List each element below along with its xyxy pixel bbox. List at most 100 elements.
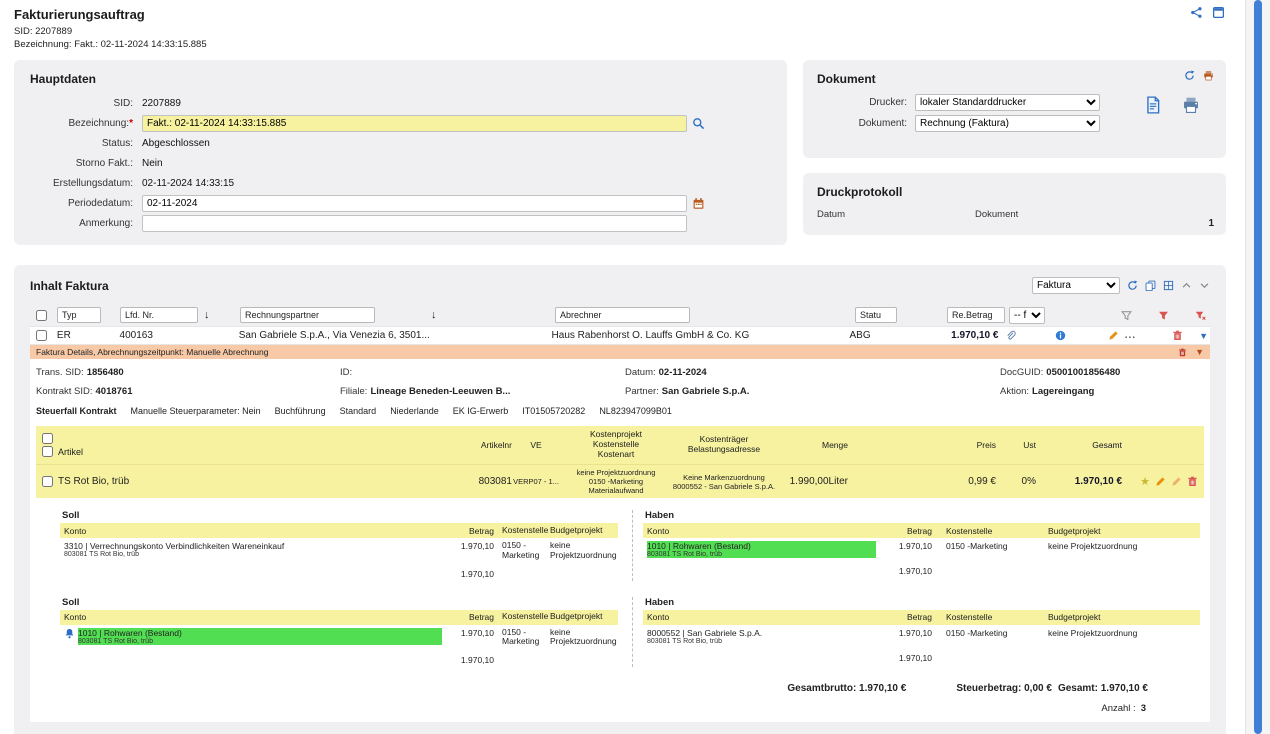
sort-desc-icon[interactable]: ↓ bbox=[431, 309, 437, 321]
favorite-star-icon[interactable]: ★ bbox=[1140, 475, 1150, 488]
search-icon[interactable] bbox=[692, 117, 705, 130]
hauptdaten-panel: Hauptdaten SID: 2207889 Bezeichnung:* St… bbox=[14, 60, 787, 245]
artikel-select-checkbox[interactable] bbox=[42, 446, 53, 457]
delete-detail-icon[interactable] bbox=[1178, 348, 1187, 357]
drucker-select[interactable]: lokaler Standarddrucker bbox=[915, 94, 1100, 111]
steuer-item: NL823947099B01 bbox=[599, 406, 672, 416]
col-betrag: Betrag bbox=[876, 526, 932, 536]
budgetprojekt: keine Projektzuordnung bbox=[1044, 628, 1196, 645]
page-title: Fakturierungsauftrag bbox=[14, 7, 1240, 22]
booking-total: 1.970,10 bbox=[442, 569, 494, 579]
storno-label: Storno Fakt.: bbox=[30, 158, 142, 169]
edit-icon[interactable] bbox=[1155, 476, 1166, 487]
share-icon[interactable] bbox=[1190, 6, 1203, 19]
scrollbar-thumb[interactable] bbox=[1254, 0, 1262, 734]
filter-status[interactable]: Statu bbox=[855, 307, 897, 323]
erstellungsdatum-row: Erstellungsdatum: 02-11-2024 14:33:15 bbox=[30, 174, 771, 193]
delete-icon[interactable] bbox=[1172, 330, 1183, 341]
row-status: ABG bbox=[835, 330, 915, 341]
info-icon[interactable] bbox=[1055, 330, 1066, 341]
dokument-row: Dokument: Rechnung (Faktura) bbox=[817, 115, 1212, 132]
artikel-menge: 1.990,00Liter bbox=[776, 476, 848, 487]
table-icon[interactable] bbox=[1163, 280, 1174, 291]
steuer-item: Buchführung bbox=[275, 406, 326, 416]
booking-total-row: 1.970,10 bbox=[60, 649, 618, 667]
booking-title: Soll bbox=[60, 510, 618, 521]
faktura-filter-row: Typ Lfd. Nr. ↓ Rechnungspartner ↓ Abrechne… bbox=[30, 304, 1210, 326]
steuer-item: IT01505720282 bbox=[522, 406, 585, 416]
paperclip-icon[interactable] bbox=[1005, 330, 1016, 341]
collapse-all-icon[interactable] bbox=[1181, 280, 1192, 291]
booking-row[interactable]: 8000552 | San Gabriele S.p.A. 803081 TS … bbox=[643, 625, 1200, 647]
export-icon[interactable] bbox=[1145, 280, 1156, 291]
printer-settings-icon[interactable] bbox=[1203, 70, 1214, 81]
edit-icon[interactable] bbox=[1108, 330, 1119, 341]
window-icon[interactable] bbox=[1212, 6, 1225, 19]
booking-block-haben-1: Haben Konto Betrag Kostenstelle Budgetpr… bbox=[632, 510, 1204, 581]
edit-alt-icon[interactable] bbox=[1171, 476, 1182, 487]
filter-rechnungspartner[interactable]: Rechnungspartner bbox=[240, 307, 375, 323]
refresh-icon[interactable] bbox=[1127, 280, 1138, 291]
periodedatum-input[interactable] bbox=[142, 195, 687, 212]
col-budgetprojekt: Budgetprojekt bbox=[546, 612, 614, 622]
filter-function-select[interactable]: -- f bbox=[1009, 307, 1045, 324]
required-asterisk: * bbox=[129, 118, 133, 129]
artikel-gesamt: 1.970,10 € bbox=[1036, 476, 1122, 487]
anzahl-value: 3 bbox=[1141, 703, 1146, 714]
filter-lfd-nr[interactable]: Lfd. Nr. bbox=[120, 307, 198, 323]
artikel-kostentraeger: Keine Markenzuordnung 8000552 - San Gabr… bbox=[672, 473, 776, 491]
collapse-detail-icon[interactable]: ▼ bbox=[1195, 347, 1204, 357]
bell-icon[interactable] bbox=[64, 628, 75, 639]
row-checkbox[interactable] bbox=[36, 330, 47, 341]
filter-icon[interactable] bbox=[1121, 310, 1132, 321]
status-label: Status: bbox=[30, 138, 142, 149]
booking-row-highlighted[interactable]: 1010 | Rohwaren (Bestand) 803081 TS Rot … bbox=[60, 625, 618, 650]
konto: 1010 | Rohwaren (Bestand) bbox=[78, 628, 182, 638]
erstellungsdatum-value: 02-11-2024 14:33:15 bbox=[142, 178, 234, 189]
col-konto: Konto bbox=[64, 612, 442, 622]
sid-value: 2207889 bbox=[142, 98, 181, 109]
artikel-row-checkbox[interactable] bbox=[42, 476, 53, 487]
booking-header: Konto Betrag Kostenstelle Budgetprojekt bbox=[60, 523, 618, 538]
document-preview-icon[interactable] bbox=[1144, 96, 1162, 114]
col-konto: Konto bbox=[64, 526, 442, 536]
expand-all-icon[interactable] bbox=[1199, 280, 1210, 291]
apply-filter-icon[interactable] bbox=[1158, 310, 1169, 321]
delete-icon[interactable] bbox=[1187, 476, 1198, 487]
page-sid: SID: 2207889 bbox=[14, 26, 1240, 37]
filter-abrechner[interactable]: Abrechner bbox=[555, 307, 690, 323]
konto-sub: 803081 TS Rot Bio, trüb bbox=[647, 638, 876, 645]
artikel-row[interactable]: TS Rot Bio, trüb 803081 VERP07 - 1... ke… bbox=[36, 464, 1204, 498]
calendar-icon[interactable] bbox=[692, 197, 705, 210]
sort-desc-icon[interactable]: ↓ bbox=[204, 309, 210, 321]
refresh-icon[interactable] bbox=[1184, 70, 1195, 81]
select-all-checkbox[interactable] bbox=[36, 310, 47, 321]
booking-total-row: 1.970,10 bbox=[643, 647, 1200, 665]
booking-row[interactable]: 3310 | Verrechnungskonto Verbindlichkeit… bbox=[60, 538, 618, 563]
print-icon[interactable] bbox=[1182, 96, 1200, 114]
expand-row-icon[interactable]: ▼ bbox=[1199, 331, 1208, 341]
col-ust: Ust bbox=[996, 440, 1036, 450]
row-betrag: 1.970,10 € bbox=[914, 330, 998, 341]
filter-re-betrag[interactable]: Re.Betrag bbox=[947, 307, 1005, 323]
dokument-select[interactable]: Rechnung (Faktura) bbox=[915, 115, 1100, 132]
artikel-table: Artikel Artikelnr VE Kostenprojekt Koste… bbox=[36, 426, 1204, 498]
col-betrag: Betrag bbox=[442, 612, 494, 622]
scrollbar-track[interactable] bbox=[1245, 0, 1270, 734]
col-menge: Menge bbox=[776, 440, 848, 450]
view-select[interactable]: Faktura bbox=[1032, 277, 1120, 294]
col-kostenstelle: Kostenstelle bbox=[932, 526, 1044, 536]
artikel-select-all-checkbox[interactable] bbox=[42, 433, 53, 444]
druckprotokoll-page-number[interactable]: 1 bbox=[1208, 218, 1214, 229]
clear-filter-icon[interactable] bbox=[1195, 310, 1206, 321]
steuer-item: Manuelle Steuerparameter: Nein bbox=[131, 406, 261, 416]
bezeichnung-input[interactable] bbox=[142, 115, 687, 132]
faktura-table-row[interactable]: ER 400163 San Gabriele S.p.A., Via Venez… bbox=[30, 326, 1210, 345]
steuerbetrag: Steuerbetrag: 0,00 € bbox=[956, 683, 1052, 694]
col-budgetprojekt: Budgetprojekt bbox=[1044, 526, 1196, 536]
filter-typ[interactable]: Typ bbox=[57, 307, 101, 323]
booking-row-highlighted[interactable]: 1010 | Rohwaren (Bestand) 803081 TS Rot … bbox=[643, 538, 1200, 560]
more-actions[interactable]: ... bbox=[1125, 330, 1136, 341]
anmerkung-input[interactable] bbox=[142, 215, 687, 232]
col-kosten: Kostenprojekt Kostenstelle Kostenart bbox=[560, 430, 672, 459]
